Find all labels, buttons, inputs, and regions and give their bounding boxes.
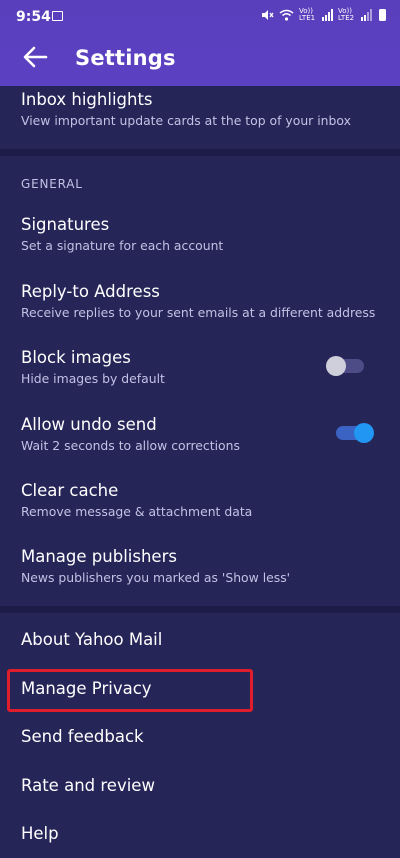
setting-title: Allow undo send: [21, 415, 157, 434]
setting-title: Signatures: [21, 215, 110, 234]
setting-title: Block images: [21, 348, 131, 367]
setting-about-yahoo-mail[interactable]: About Yahoo Mail: [0, 620, 400, 664]
setting-allow-undo-send[interactable]: Allow undo send Wait 2 seconds to allow …: [0, 405, 400, 465]
setting-title: Rate and review: [21, 776, 155, 795]
setting-subtitle: Wait 2 seconds to allow corrections: [21, 438, 240, 453]
setting-title: Reply-to Address: [21, 282, 160, 301]
arrow-left-icon[interactable]: [22, 44, 48, 70]
setting-title: Manage publishers: [21, 547, 177, 566]
page-title: Settings: [75, 46, 176, 70]
setting-title: About Yahoo Mail: [21, 630, 163, 649]
battery-icon: [379, 9, 386, 21]
signal-icon: [361, 9, 372, 21]
setting-block-images[interactable]: Block images Hide images by default: [0, 338, 400, 398]
toggle-thumb: [326, 356, 346, 376]
setting-rate-and-review[interactable]: Rate and review: [0, 766, 400, 810]
status-time: 9:54: [16, 9, 51, 25]
setting-subtitle: View important update cards at the top o…: [21, 113, 351, 128]
setting-manage-publishers[interactable]: Manage publishers News publishers you ma…: [0, 537, 400, 597]
setting-inbox-highlights[interactable]: Inbox highlights View important update c…: [0, 86, 400, 148]
mute-icon: [262, 10, 274, 20]
wifi-icon: [279, 9, 294, 21]
setting-subtitle: News publishers you marked as 'Show less…: [21, 570, 291, 585]
gallery-icon: [52, 11, 63, 21]
section-divider: [0, 606, 400, 613]
setting-signatures[interactable]: Signatures Set a signature for each acco…: [0, 205, 400, 265]
volte1-label: Vo)) LTE1: [299, 7, 316, 22]
section-divider: [0, 149, 400, 156]
setting-clear-cache[interactable]: Clear cache Remove message & attachment …: [0, 471, 400, 531]
allow-undo-send-toggle[interactable]: [332, 420, 376, 444]
setting-subtitle: Hide images by default: [21, 371, 165, 386]
signal-icon: [322, 9, 333, 21]
setting-title: Send feedback: [21, 727, 144, 746]
section-header-general: GENERAL: [21, 177, 83, 191]
block-images-toggle[interactable]: [326, 353, 370, 377]
setting-reply-to-address[interactable]: Reply-to Address Receive replies to your…: [0, 272, 400, 332]
highlight-box: [7, 669, 253, 712]
setting-help[interactable]: Help: [0, 814, 400, 858]
setting-subtitle: Set a signature for each account: [21, 238, 224, 253]
app-bar: 9:54 Vo)) LTE1 Vo)) LTE2 Settings: [0, 0, 400, 86]
setting-subtitle: Receive replies to your sent emails at a…: [21, 305, 376, 320]
toggle-thumb: [354, 423, 374, 443]
setting-title: Inbox highlights: [21, 90, 153, 109]
setting-title: Clear cache: [21, 481, 119, 500]
status-bar: 9:54 Vo)) LTE1 Vo)) LTE2: [0, 0, 400, 34]
status-icons: Vo)) LTE1 Vo)) LTE2: [261, 8, 386, 22]
setting-subtitle: Remove message & attachment data: [21, 504, 253, 519]
setting-send-feedback[interactable]: Send feedback: [0, 717, 400, 761]
volte2-label: Vo)) LTE2: [338, 7, 355, 22]
setting-title: Help: [21, 824, 59, 843]
